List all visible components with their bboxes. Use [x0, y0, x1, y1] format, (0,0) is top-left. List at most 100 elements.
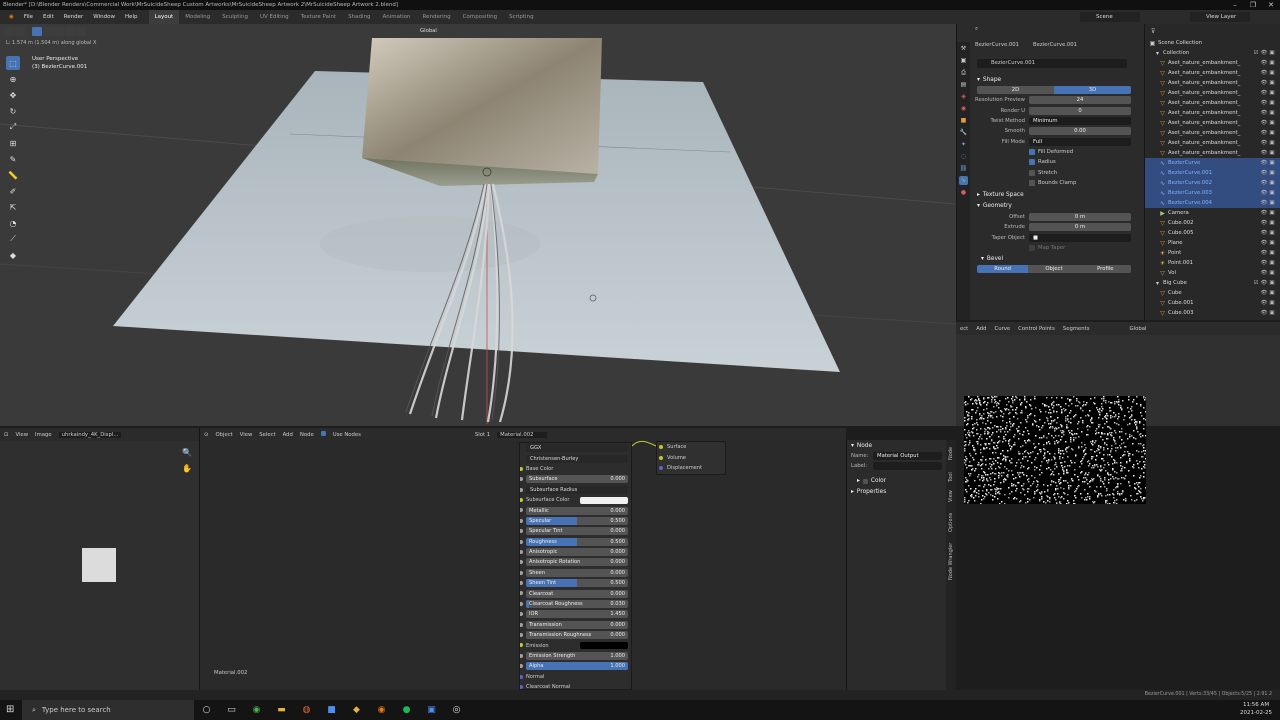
render-camera-icon[interactable]: ▣: [1268, 150, 1276, 156]
bevel-profile-button[interactable]: Profile: [1079, 265, 1131, 274]
outliner-item[interactable]: ▽ Aset_nature_embankment_ 👁 ▣: [1145, 128, 1280, 138]
render-camera-icon[interactable]: ▣: [1268, 160, 1276, 166]
3d-viewport[interactable]: [0, 24, 956, 426]
visibility-eye-icon[interactable]: 👁: [1260, 140, 1268, 146]
input-socket[interactable]: [520, 653, 523, 658]
render-camera-icon[interactable]: ▣: [1268, 220, 1276, 226]
outliner-collection[interactable]: ▾ Collection ☑ 👁 ▣: [1145, 48, 1280, 58]
bevel-round-button[interactable]: Round: [977, 265, 1029, 274]
sidebar-tab-node[interactable]: Node: [948, 447, 954, 460]
cortana-icon[interactable]: ○: [194, 705, 219, 715]
dim-2d-button[interactable]: 2D: [977, 86, 1054, 95]
render-camera-icon[interactable]: ▣: [1268, 140, 1276, 146]
taskbar-clock[interactable]: 11:56 AM 2021-02-25: [1240, 701, 1272, 717]
bsdf-slider[interactable]: IOR 1.450: [526, 610, 628, 619]
bsdf-input-row[interactable]: Transmission Roughness 0.000: [520, 630, 631, 640]
visibility-eye-icon[interactable]: 👁: [1260, 210, 1268, 216]
photoshop-icon[interactable]: ■: [319, 705, 344, 715]
input-socket[interactable]: [520, 570, 523, 575]
render-camera-icon[interactable]: ▣: [1268, 230, 1276, 236]
input-socket[interactable]: [520, 674, 523, 679]
select-extend-icon[interactable]: [43, 26, 53, 36]
outliner-item[interactable]: ▶ Camera 👁 ▣: [1145, 208, 1280, 218]
color-swatch[interactable]: [580, 496, 628, 504]
outliner-item[interactable]: ∿ BezierCurve.004 👁 ▣: [1145, 198, 1280, 208]
properties-subpanel[interactable]: ▸ Properties: [847, 487, 946, 498]
bsdf-input-row[interactable]: Sheen 0.000: [520, 568, 631, 578]
visibility-eye-icon[interactable]: 👁: [1260, 270, 1268, 276]
tab-compositing[interactable]: Compositing: [457, 10, 503, 24]
property-checkbox-row[interactable]: Fill Deformed: [973, 147, 1141, 157]
windows-start-icon[interactable]: ⊞: [6, 704, 14, 715]
bsdf-input-row[interactable]: Roughness 0.500: [520, 537, 631, 547]
render-camera-icon[interactable]: ▣: [1268, 130, 1276, 136]
bsdf-input-row[interactable]: Emission Strength 1.000: [520, 651, 631, 661]
input-socket[interactable]: [520, 664, 523, 669]
bsdf-slider[interactable]: Transmission Roughness 0.000: [526, 631, 628, 640]
firefox-icon[interactable]: ◍: [294, 705, 319, 715]
close-button[interactable]: ✕: [1262, 0, 1280, 10]
visibility-eye-icon[interactable]: 👁: [1260, 70, 1268, 76]
bsdf-slider[interactable]: Alpha 1.000: [526, 662, 628, 671]
cursor-tool-icon[interactable]: ⊕: [6, 72, 20, 86]
bsdf-input-row[interactable]: Clearcoat Normal: [520, 682, 631, 689]
bsdf-input-row[interactable]: Anisotropic Rotation 0.000: [520, 557, 631, 567]
visibility-eye-icon[interactable]: 👁: [1260, 260, 1268, 266]
render-camera-icon[interactable]: ▣: [1268, 190, 1276, 196]
checkbox[interactable]: [1029, 179, 1035, 186]
bsdf-input-row[interactable]: Alpha 1.000: [520, 661, 631, 671]
draw-tool-icon[interactable]: ✐: [6, 184, 20, 198]
map-taper-label[interactable]: Map Taper: [1038, 245, 1065, 251]
radius-tool-icon[interactable]: ◔: [6, 216, 20, 230]
outliner-item[interactable]: ▽ Cube.005 👁 ▣: [1145, 228, 1280, 238]
uv-menu-select[interactable]: ect: [960, 326, 968, 332]
outliner-item[interactable]: ▽ Aset_nature_embankment_ 👁 ▣: [1145, 78, 1280, 88]
outliner-item[interactable]: ▽ Plane 👁 ▣: [1145, 238, 1280, 248]
pan-hand-icon[interactable]: ✋: [182, 464, 192, 473]
bsdf-input-row[interactable]: Sheen Tint 0.500: [520, 578, 631, 588]
menu-window[interactable]: Window: [88, 14, 120, 20]
bevel-section-header[interactable]: ▾ Bevel: [973, 253, 1141, 264]
render-camera-icon[interactable]: ▣: [1268, 200, 1276, 206]
bsdf-input-row[interactable]: Anisotropic 0.000: [520, 547, 631, 557]
property-field[interactable]: Minimum: [1029, 117, 1131, 126]
bsdf-input-row[interactable]: Specular 0.500: [520, 516, 631, 526]
render-camera-icon[interactable]: ▣: [1268, 250, 1276, 256]
uv-orientation-dropdown[interactable]: Global: [1130, 326, 1147, 332]
outliner-item[interactable]: ☀ Point 👁 ▣: [1145, 248, 1280, 258]
visibility-eye-icon[interactable]: 👁: [1260, 150, 1268, 156]
annotate-tool-icon[interactable]: ✎: [6, 152, 20, 166]
bsdf-slider[interactable]: Roughness 0.500: [526, 537, 628, 546]
output-surface-socket[interactable]: Surface: [657, 442, 725, 453]
outliner-item[interactable]: ▽ Vol 👁 ▣: [1145, 268, 1280, 278]
outliner-item[interactable]: ∿ BezierCurve 👁 ▣: [1145, 158, 1280, 168]
taper-object-field[interactable]: ■: [1029, 233, 1131, 242]
input-socket[interactable]: [520, 591, 523, 596]
tab-shading[interactable]: Shading: [342, 10, 376, 24]
input-socket[interactable]: [520, 508, 523, 513]
material-tab-icon[interactable]: ●: [959, 188, 968, 197]
node-label-field[interactable]: [873, 462, 942, 471]
bsdf-input-row[interactable]: Subsurface Radius: [520, 485, 631, 495]
bsdf-slider[interactable]: Clearcoat Roughness 0.030: [526, 600, 628, 609]
menu-file[interactable]: File: [19, 14, 38, 20]
input-socket[interactable]: [520, 633, 523, 638]
menu-help[interactable]: Help: [120, 14, 143, 20]
output-volume-socket[interactable]: Volume: [657, 453, 725, 464]
bsdf-input-row[interactable]: Specular Tint 0.000: [520, 526, 631, 536]
outliner-item[interactable]: ▽ Cube 👁 ▣: [1145, 288, 1280, 298]
bsdf-slider[interactable]: Transmission 0.000: [526, 620, 628, 629]
tab-uv-editing[interactable]: UV Editing: [254, 10, 295, 24]
subsurface-method-dropdown[interactable]: Christensen-Burley: [526, 454, 628, 463]
render-camera-icon[interactable]: ▣: [1268, 110, 1276, 116]
image-menu-view[interactable]: View: [15, 432, 28, 438]
property-checkbox-row[interactable]: Radius: [973, 157, 1141, 167]
property-field[interactable]: 24: [1029, 96, 1131, 105]
measure-tool-icon[interactable]: 📏: [6, 168, 20, 182]
bsdf-input-row[interactable]: Transmission 0.000: [520, 620, 631, 630]
input-socket[interactable]: [520, 622, 523, 627]
taskbar-search-box[interactable]: ⌕ Type here to search: [22, 700, 194, 720]
node-name-field[interactable]: Material Output: [873, 452, 942, 461]
input-socket[interactable]: [520, 487, 523, 492]
input-socket[interactable]: [520, 684, 523, 689]
